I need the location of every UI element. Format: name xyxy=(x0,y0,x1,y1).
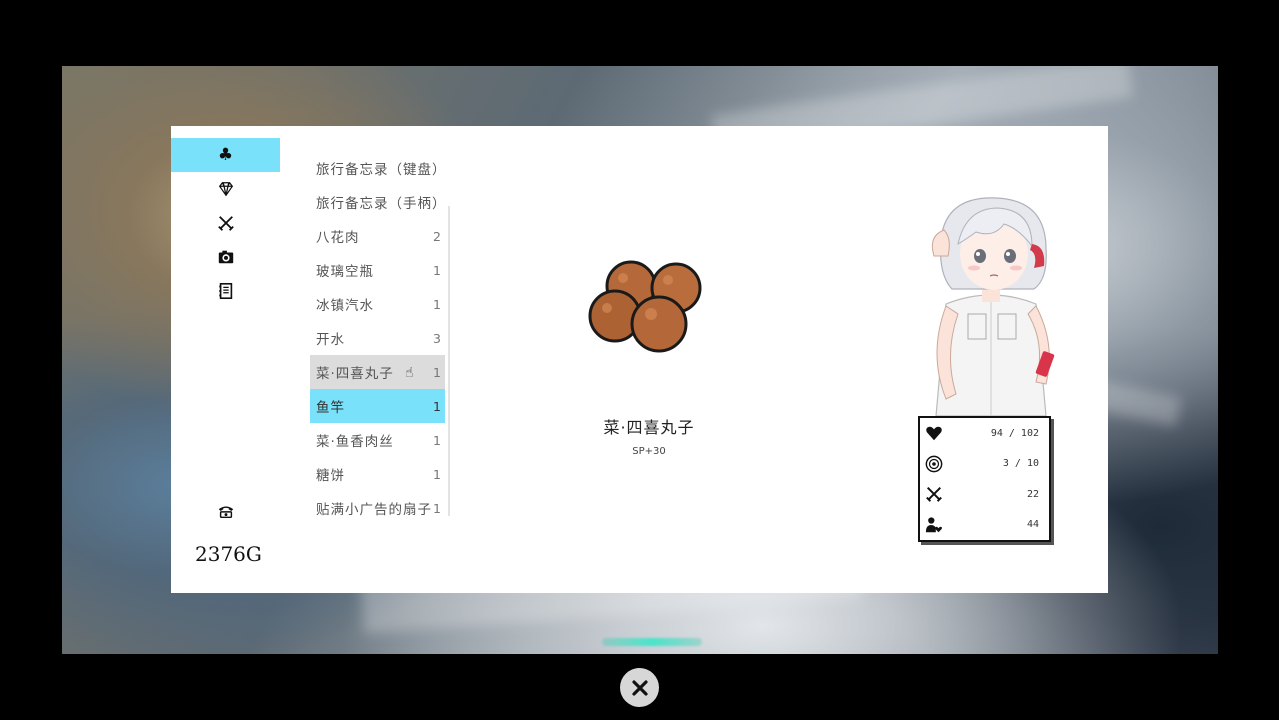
item-name: 冰镇汽水 xyxy=(316,298,374,314)
stat-attack-value: 22 xyxy=(1026,488,1039,500)
list-item[interactable]: 菜·鱼香肉丝 1 xyxy=(310,423,445,457)
hand-cursor-icon: ☝ xyxy=(405,365,415,381)
item-count: 1 xyxy=(433,398,441,414)
background-hud-bar xyxy=(602,638,702,646)
stat-affection-value: 44 xyxy=(1026,519,1039,531)
stat-health: 94 / 102 xyxy=(920,418,1049,449)
stat-health-value: 94 / 102 xyxy=(990,427,1039,439)
close-icon xyxy=(631,679,648,696)
item-list-scrollbar[interactable] xyxy=(448,206,450,516)
item-detail-name: 菜·四喜丸子 xyxy=(603,418,695,437)
stat-skill-value: 3 / 10 xyxy=(1002,458,1039,470)
item-count: 1 xyxy=(433,466,441,482)
heart-icon xyxy=(924,423,944,443)
item-detail-effect: SP+30 xyxy=(632,446,666,457)
item-name: 鱼竿 xyxy=(316,400,345,416)
tab-notes[interactable] xyxy=(171,274,280,308)
item-name: 旅行备忘录（手柄） xyxy=(316,196,447,212)
item-list: 旅行备忘录（键盘） 旅行备忘录（手柄） 八花肉 2 玻璃空瓶 1 冰镇汽水 1 开水 3… xyxy=(310,151,447,525)
target-icon xyxy=(924,454,944,474)
item-count: 1 xyxy=(433,500,441,516)
character-portrait xyxy=(931,197,1055,416)
inventory-panel: ♣ 2376G 旅行备忘录（键盘） 旅行备忘录（手柄） 八花肉 2 玻璃空瓶 1 冰… xyxy=(171,126,1108,593)
list-item-selected[interactable]: 鱼竿 1 xyxy=(310,389,445,423)
tab-valuables[interactable] xyxy=(171,172,280,206)
list-item-hovered[interactable]: 菜·四喜丸子 ☝ 1 xyxy=(310,355,445,389)
item-name: 菜·鱼香肉丝 xyxy=(316,434,394,450)
list-item[interactable]: 玻璃空瓶 1 xyxy=(310,253,445,287)
diamond-icon xyxy=(218,182,233,197)
item-count: 3 xyxy=(433,330,441,346)
notebook-icon xyxy=(218,282,232,300)
list-item[interactable]: 贴满小广告的扇子 1 xyxy=(310,491,445,525)
list-item[interactable]: 旅行备忘录（键盘） xyxy=(310,151,447,185)
tab-equipment[interactable] xyxy=(171,206,280,240)
crossed-swords-icon xyxy=(217,216,234,231)
item-count: 1 xyxy=(433,296,441,312)
clover-icon: ♣ xyxy=(217,145,234,165)
stat-affection: 44 xyxy=(920,510,1049,541)
list-item[interactable]: 八花肉 2 xyxy=(310,219,445,253)
phone-icon xyxy=(218,506,234,519)
stat-attack: 22 xyxy=(920,479,1049,510)
list-item[interactable]: 开水 3 xyxy=(310,321,445,355)
item-name: 菜·四喜丸子 xyxy=(316,366,394,382)
affection-icon xyxy=(924,515,944,535)
stat-skill: 3 / 10 xyxy=(920,449,1049,480)
item-name: 八花肉 xyxy=(316,230,360,246)
phone-button[interactable] xyxy=(215,500,237,522)
item-count: 1 xyxy=(433,364,441,380)
item-name: 贴满小广告的扇子 xyxy=(316,502,432,518)
list-item[interactable]: 糖饼 1 xyxy=(310,457,445,491)
close-button[interactable] xyxy=(620,668,659,707)
category-tabs: ♣ xyxy=(171,138,280,308)
item-name: 糖饼 xyxy=(316,468,345,484)
item-name: 玻璃空瓶 xyxy=(316,264,374,280)
tab-consumables[interactable]: ♣ xyxy=(171,138,280,172)
tab-photos[interactable] xyxy=(171,240,280,274)
item-name: 开水 xyxy=(316,332,345,348)
list-item[interactable]: 冰镇汽水 1 xyxy=(310,287,445,321)
camera-icon xyxy=(218,250,233,264)
item-count: 1 xyxy=(433,432,441,448)
gold-amount: 2376G xyxy=(195,542,262,566)
meatball-icon xyxy=(588,260,702,353)
list-item[interactable]: 旅行备忘录（手柄） xyxy=(310,185,447,219)
item-count: 1 xyxy=(433,262,441,278)
character-stats: 94 / 102 3 / 10 22 44 xyxy=(918,416,1051,542)
crossed-swords-icon xyxy=(924,484,944,504)
item-name: 旅行备忘录（键盘） xyxy=(316,162,447,178)
item-count: 2 xyxy=(433,228,441,244)
